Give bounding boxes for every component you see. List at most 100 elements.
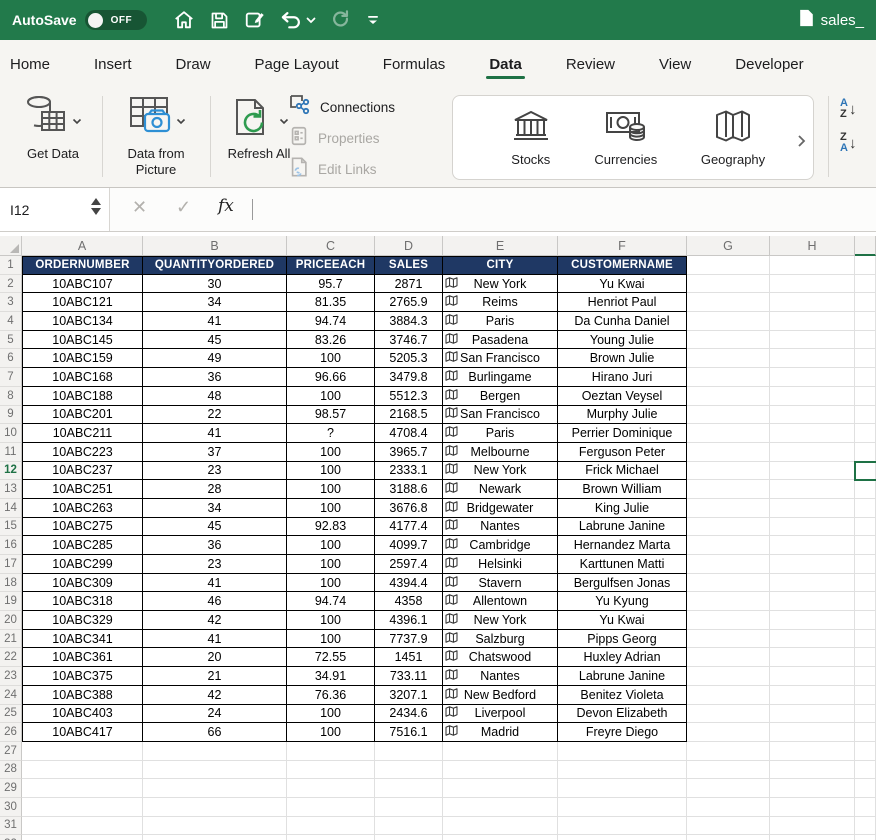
cell-E6[interactable]: San Francisco <box>443 349 558 369</box>
cell-A9[interactable]: 10ABC201 <box>22 405 143 425</box>
column-header-G[interactable]: G <box>687 236 770 256</box>
cell-B7[interactable]: 36 <box>143 368 287 387</box>
row-header-17[interactable]: 17 <box>0 555 22 574</box>
cell-G10[interactable] <box>687 424 770 443</box>
cell-C18[interactable]: 100 <box>287 573 375 593</box>
cell-I30[interactable] <box>855 797 876 817</box>
cell-G30[interactable] <box>687 797 770 817</box>
cell-H10[interactable] <box>770 424 855 443</box>
cell-G17[interactable] <box>687 555 770 574</box>
edit-document-button[interactable] <box>244 9 266 31</box>
row-header-5[interactable]: 5 <box>0 330 22 350</box>
cell-B1[interactable]: QUANTITYORDERED <box>143 256 287 275</box>
cell-B19[interactable]: 46 <box>143 592 287 612</box>
cell-E14[interactable]: Bridgewater <box>443 498 558 518</box>
more-commands-button[interactable] <box>366 14 380 26</box>
redo-button[interactable] <box>330 9 352 31</box>
cell-B12[interactable]: 23 <box>143 461 287 481</box>
cell-E19[interactable]: Allentown <box>443 592 558 612</box>
row-header-12[interactable]: 12 <box>0 461 22 481</box>
cell-H7[interactable] <box>770 368 855 387</box>
cell-H8[interactable] <box>770 386 855 406</box>
cell-E25[interactable]: Liverpool <box>443 704 558 724</box>
row-header-21[interactable]: 21 <box>0 629 22 649</box>
cell-H13[interactable] <box>770 480 855 499</box>
sort-ascending-button[interactable]: A Z ↓ <box>840 98 856 120</box>
cell-F32[interactable] <box>558 835 687 840</box>
cell-G18[interactable] <box>687 573 770 593</box>
tab-review[interactable]: Review <box>566 46 615 83</box>
cell-A25[interactable]: 10ABC403 <box>22 704 143 724</box>
cell-D30[interactable] <box>375 797 443 817</box>
column-header-E[interactable]: E <box>443 236 558 256</box>
cell-F16[interactable]: Hernandez Marta <box>558 536 687 555</box>
row-header-29[interactable]: 29 <box>0 779 22 798</box>
cell-A26[interactable]: 10ABC417 <box>22 723 143 742</box>
cell-H2[interactable] <box>770 274 855 294</box>
cell-D16[interactable]: 4099.7 <box>375 536 443 555</box>
cell-G3[interactable] <box>687 293 770 313</box>
cell-D6[interactable]: 5205.3 <box>375 349 443 369</box>
cell-E21[interactable]: Salzburg <box>443 629 558 649</box>
cell-B11[interactable]: 37 <box>143 442 287 462</box>
cell-H5[interactable] <box>770 330 855 350</box>
cell-F17[interactable]: Karttunen Matti <box>558 555 687 574</box>
cell-G8[interactable] <box>687 386 770 406</box>
select-all-corner[interactable] <box>0 236 22 256</box>
row-header-30[interactable]: 30 <box>0 797 22 817</box>
cell-H19[interactable] <box>770 592 855 612</box>
cell-B8[interactable]: 48 <box>143 386 287 406</box>
cell-I18[interactable] <box>855 573 876 593</box>
cell-F6[interactable]: Brown Julie <box>558 349 687 369</box>
cell-A32[interactable] <box>22 835 143 840</box>
cell-E28[interactable] <box>443 760 558 780</box>
cell-I1[interactable] <box>855 256 876 275</box>
cell-A20[interactable]: 10ABC329 <box>22 611 143 630</box>
row-header-13[interactable]: 13 <box>0 480 22 499</box>
cell-F10[interactable]: Perrier Dominique <box>558 424 687 443</box>
row-header-26[interactable]: 26 <box>0 723 22 742</box>
cell-C20[interactable]: 100 <box>287 611 375 630</box>
cell-C27[interactable] <box>287 741 375 761</box>
cell-I24[interactable] <box>855 685 876 705</box>
cell-F21[interactable]: Pipps Georg <box>558 629 687 649</box>
cell-B30[interactable] <box>143 797 287 817</box>
cell-B24[interactable]: 42 <box>143 685 287 705</box>
cell-G24[interactable] <box>687 685 770 705</box>
cell-H17[interactable] <box>770 555 855 574</box>
cell-B32[interactable] <box>143 835 287 840</box>
name-box-stepper[interactable] <box>91 198 101 215</box>
cell-B6[interactable]: 49 <box>143 349 287 369</box>
name-box[interactable]: I12 <box>0 188 110 231</box>
cell-H14[interactable] <box>770 498 855 518</box>
cell-I8[interactable] <box>855 386 876 406</box>
cell-C13[interactable]: 100 <box>287 480 375 499</box>
cell-B14[interactable]: 34 <box>143 498 287 518</box>
row-header-4[interactable]: 4 <box>0 312 22 331</box>
cell-A28[interactable] <box>22 760 143 780</box>
cell-G7[interactable] <box>687 368 770 387</box>
cell-G22[interactable] <box>687 648 770 668</box>
column-header-B[interactable]: B <box>143 236 287 256</box>
cell-A6[interactable]: 10ABC159 <box>22 349 143 369</box>
cell-I7[interactable] <box>855 368 876 387</box>
cell-E27[interactable] <box>443 741 558 761</box>
cell-B4[interactable]: 41 <box>143 312 287 331</box>
cell-D15[interactable]: 4177.4 <box>375 517 443 537</box>
cell-A21[interactable]: 10ABC341 <box>22 629 143 649</box>
cell-E13[interactable]: Newark <box>443 480 558 499</box>
cell-D23[interactable]: 733.11 <box>375 667 443 686</box>
cell-C12[interactable]: 100 <box>287 461 375 481</box>
cell-A12[interactable]: 10ABC237 <box>22 461 143 481</box>
cell-D31[interactable] <box>375 816 443 836</box>
cell-F7[interactable]: Hirano Juri <box>558 368 687 387</box>
cell-B2[interactable]: 30 <box>143 274 287 294</box>
cell-A15[interactable]: 10ABC275 <box>22 517 143 537</box>
cell-H18[interactable] <box>770 573 855 593</box>
cell-A1[interactable]: ORDERNUMBER <box>22 256 143 275</box>
cell-E9[interactable]: San Francisco <box>443 405 558 425</box>
cell-G12[interactable] <box>687 461 770 481</box>
cell-E24[interactable]: New Bedford <box>443 685 558 705</box>
cell-F25[interactable]: Devon Elizabeth <box>558 704 687 724</box>
cell-D17[interactable]: 2597.4 <box>375 555 443 574</box>
